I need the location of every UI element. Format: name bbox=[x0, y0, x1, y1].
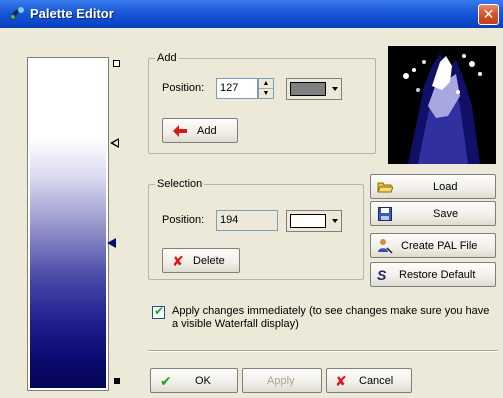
selection-color-swatch bbox=[290, 214, 326, 228]
selection-position-input[interactable]: 194 bbox=[216, 210, 278, 231]
spin-down-icon[interactable]: ▼ bbox=[259, 89, 273, 98]
left-arrow-red-icon bbox=[173, 125, 187, 137]
add-button[interactable]: Add bbox=[162, 118, 238, 143]
palette-app-icon bbox=[10, 7, 24, 20]
red-x-icon: ✘ bbox=[335, 373, 347, 389]
cancel-button[interactable]: ✘ Cancel bbox=[326, 368, 412, 393]
spin-up-icon[interactable]: ▲ bbox=[259, 79, 273, 89]
ok-button-label: OK bbox=[195, 375, 211, 387]
red-x-icon: ✘ bbox=[172, 253, 184, 269]
load-button[interactable]: Load bbox=[370, 174, 496, 199]
chevron-down-icon bbox=[332, 219, 338, 223]
floppy-disk-icon bbox=[378, 207, 392, 221]
close-button[interactable]: ✕ bbox=[478, 4, 499, 25]
green-check-icon: ✔ bbox=[160, 373, 172, 389]
restore-default-button[interactable]: S Restore Default bbox=[370, 262, 496, 287]
footer-separator bbox=[148, 350, 498, 352]
delete-button[interactable]: ✘ Delete bbox=[162, 248, 240, 273]
create-pal-file-button-label: Create PAL File bbox=[401, 240, 478, 252]
add-group-legend: Add bbox=[155, 51, 179, 65]
palette-marker-selected[interactable] bbox=[110, 138, 119, 148]
checkmark-icon: ✔ bbox=[154, 304, 165, 318]
apply-immediately-checkbox[interactable]: ✔ bbox=[152, 304, 165, 319]
waterfall-preview-image bbox=[388, 46, 496, 164]
palette-editor-window: Palette Editor ✕ Add Position: 127 ▲ ▼ A… bbox=[0, 0, 503, 398]
add-color-picker[interactable] bbox=[286, 78, 342, 100]
add-button-label: Add bbox=[197, 125, 217, 137]
selection-color-picker[interactable] bbox=[286, 210, 342, 232]
restore-icon: S bbox=[377, 267, 387, 283]
palette-gradient-bar[interactable] bbox=[27, 57, 109, 391]
title-bar[interactable]: Palette Editor ✕ bbox=[0, 0, 503, 28]
window-title: Palette Editor bbox=[30, 6, 114, 21]
user-file-icon bbox=[378, 239, 393, 254]
save-button-label: Save bbox=[433, 208, 459, 220]
ok-button[interactable]: ✔ OK bbox=[150, 368, 238, 393]
waterfall-preview bbox=[388, 46, 496, 164]
apply-button[interactable]: Apply bbox=[242, 368, 322, 393]
apply-immediately-label[interactable]: Apply changes immediately (to see change… bbox=[172, 305, 497, 331]
cancel-button-label: Cancel bbox=[359, 375, 394, 387]
load-button-label: Load bbox=[433, 181, 458, 193]
add-position-spinner[interactable]: ▲ ▼ bbox=[258, 78, 274, 99]
save-button[interactable]: Save bbox=[370, 201, 496, 226]
open-folder-icon bbox=[377, 182, 393, 193]
apply-button-label: Apply bbox=[267, 375, 295, 387]
selection-position-label: Position: bbox=[162, 214, 205, 226]
restore-default-button-label: Restore Default bbox=[399, 269, 476, 281]
close-icon: ✕ bbox=[482, 6, 495, 22]
palette-marker-top[interactable] bbox=[113, 60, 120, 67]
selection-group-legend: Selection bbox=[155, 177, 205, 191]
add-color-swatch bbox=[290, 82, 326, 96]
chevron-down-icon bbox=[332, 87, 338, 91]
add-position-label: Position: bbox=[162, 82, 205, 94]
create-pal-file-button[interactable]: Create PAL File bbox=[370, 233, 496, 258]
delete-button-label: Delete bbox=[193, 255, 225, 267]
add-position-input[interactable]: 127 bbox=[216, 78, 258, 99]
palette-marker-bottom[interactable] bbox=[114, 378, 120, 384]
palette-marker[interactable] bbox=[107, 238, 116, 248]
